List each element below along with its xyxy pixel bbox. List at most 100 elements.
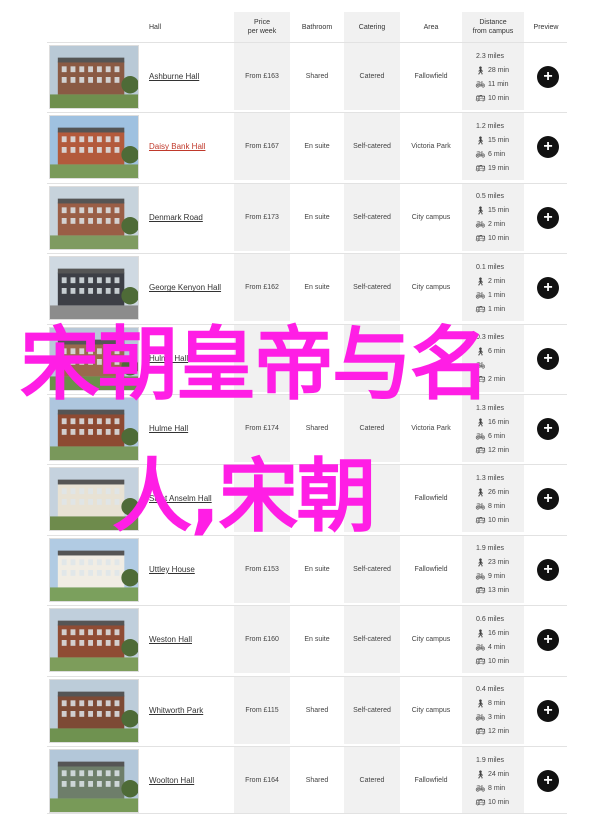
- plus-icon: +: [543, 68, 553, 85]
- bathroom-text: En suite: [304, 213, 330, 221]
- header-catering: Catering: [344, 12, 400, 42]
- price-text: From £115: [245, 706, 279, 714]
- catering-cell: Self-catered: [344, 254, 400, 321]
- preview-button[interactable]: +: [537, 488, 559, 511]
- header-bathroom: Bathroom: [301, 23, 333, 31]
- catering-cell: Catered: [344, 43, 400, 110]
- bicycle-icon: 🚲︎: [475, 501, 486, 511]
- distance-miles: 1.9 miles: [476, 756, 505, 764]
- distance-miles: 0.4 miles: [476, 686, 505, 694]
- preview-button[interactable]: +: [537, 418, 559, 440]
- hall-photo: [49, 397, 139, 461]
- price-cell: From £162: [234, 254, 290, 321]
- bicycle-icon: 🚲︎: [475, 220, 486, 230]
- area-text: Fallowfield: [414, 495, 448, 503]
- price-cell: From £163: [234, 43, 290, 110]
- bus-icon: 🚌︎: [475, 163, 486, 173]
- hall-name-link[interactable]: Denmark Road: [149, 213, 203, 222]
- preview-button[interactable]: +: [537, 277, 559, 300]
- hall-name-cell: Ashburne Hall: [149, 43, 234, 110]
- hall-name-link[interactable]: Hulme Hall: [149, 424, 188, 433]
- hall-name-cell: Uttley House: [149, 536, 234, 603]
- bathroom-cell: En suite: [290, 254, 344, 321]
- distance-miles: 1.3 miles: [476, 474, 505, 482]
- bicycle-icon: 🚲︎: [475, 290, 486, 300]
- table-row: George Kenyon Hall From £162 En suite Se…: [47, 253, 567, 322]
- hall-name-link[interactable]: Ashburne Hall: [149, 72, 199, 81]
- hall-name-link[interactable]: Daisy Bank Hall: [149, 142, 205, 151]
- hall-name-link[interactable]: George Kenyon Hall: [149, 283, 221, 292]
- preview-button[interactable]: +: [537, 699, 559, 722]
- preview-button[interactable]: +: [537, 206, 559, 229]
- bicycle-icon: 🚲︎: [475, 713, 486, 723]
- hall-name-link[interactable]: Uttley House: [149, 565, 195, 574]
- walking-person-icon: 🚶︎: [475, 135, 486, 145]
- plus-icon: +: [543, 560, 553, 578]
- price-text: From £164: [245, 776, 279, 784]
- hall-name-link[interactable]: Woolton Hall: [149, 776, 194, 785]
- plus-icon: +: [543, 701, 553, 719]
- preview-button[interactable]: +: [537, 629, 559, 652]
- preview-button[interactable]: +: [537, 66, 559, 88]
- bus-icon: 🚌︎: [475, 515, 486, 525]
- header-preview: Preview: [533, 23, 559, 31]
- hall-name-link[interactable]: Saint Anselm Hall: [149, 494, 212, 503]
- preview-button[interactable]: +: [537, 347, 559, 370]
- area-cell: Fallowfield: [400, 536, 462, 603]
- plus-icon: +: [543, 490, 553, 508]
- preview-button[interactable]: +: [537, 770, 559, 792]
- catering-cell: Self-catered: [344, 536, 400, 603]
- table-row: Saint Anselm Hall Fallowfield 1.3 miles …: [47, 464, 567, 533]
- price-cell: From £167: [234, 113, 290, 180]
- preview-button[interactable]: +: [537, 136, 559, 159]
- catering-text: Self-catered: [353, 706, 391, 714]
- walking-person-icon: 🚶︎: [475, 276, 486, 286]
- hall-photo: [49, 749, 139, 813]
- bathroom-cell: [290, 325, 344, 392]
- catering-cell: Self-catered: [344, 113, 400, 180]
- bus-time: 🚌︎ 19 min: [475, 163, 510, 173]
- bus-icon: 🚌︎: [475, 375, 486, 385]
- hall-name-link[interactable]: Hulme Hall: [149, 354, 188, 363]
- bathroom-text: En suite: [304, 143, 330, 151]
- area-cell: Fallowfield: [400, 43, 462, 110]
- bus-time: 🚌︎ 10 min: [475, 656, 510, 666]
- plus-icon: +: [543, 420, 553, 437]
- area-cell: City campus: [400, 677, 462, 744]
- bathroom-cell: Shared: [290, 747, 344, 813]
- hall-name-link[interactable]: Whitworth Park: [149, 706, 203, 715]
- bus-time: 🚌︎ 10 min: [475, 234, 510, 244]
- catering-cell: Catered: [344, 395, 400, 462]
- hall-name-cell: Woolton Hall: [149, 747, 234, 813]
- bathroom-text: En suite: [304, 636, 330, 644]
- hall-name-link[interactable]: Weston Hall: [149, 635, 192, 644]
- price-cell: From £153: [234, 536, 290, 603]
- hall-name-cell: Whitworth Park: [149, 677, 234, 744]
- area-cell: [400, 325, 462, 392]
- bicycle-icon: 🚲︎: [475, 149, 486, 159]
- bathroom-text: Shared: [305, 425, 329, 432]
- hall-name-cell: Hulme Hall: [149, 325, 234, 392]
- preview-button[interactable]: +: [537, 558, 559, 581]
- table-row: Weston Hall From £160 En suite Self-cate…: [47, 605, 567, 674]
- distance-miles: 0.1 miles: [476, 263, 505, 271]
- table-header: Hall Price per week Bathroom Catering Are…: [0, 12, 600, 42]
- hall-photo: [49, 608, 139, 673]
- distance-miles: 2.3 miles: [476, 52, 505, 60]
- catering-cell: [344, 325, 400, 392]
- bathroom-cell: En suite: [290, 184, 344, 251]
- price-cell: [234, 325, 290, 392]
- distance-miles: 0.5 miles: [476, 193, 505, 201]
- catering-text: Self-catered: [353, 143, 391, 151]
- bus-time: 🚌︎ 10 min: [475, 797, 510, 807]
- table-row: Uttley House From £153 En suite Self-cat…: [47, 534, 567, 603]
- hall-name-cell: George Kenyon Hall: [149, 254, 234, 321]
- table-row: Daisy Bank Hall From £167 En suite Self-…: [47, 112, 567, 181]
- price-cell: From £164: [234, 747, 290, 813]
- bathroom-cell: Shared: [290, 395, 344, 462]
- header-price: Price per week: [234, 12, 290, 42]
- walking-person-icon: 🚶︎: [475, 417, 486, 427]
- bus-icon: 🚌︎: [475, 304, 486, 314]
- price-text: From £173: [245, 213, 279, 221]
- bus-time: 🚌︎ 10 min: [475, 93, 510, 103]
